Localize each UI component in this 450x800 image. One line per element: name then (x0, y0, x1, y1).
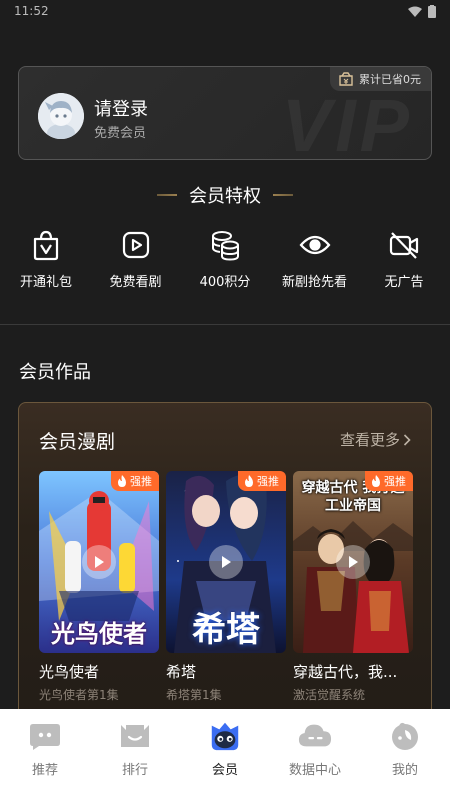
privilege-early-access[interactable]: 新剧抢先看 (277, 228, 353, 294)
wifi-icon (408, 6, 422, 17)
member-login-card[interactable]: VIP 累计已省0元 请登录 免费会员 (18, 66, 432, 160)
drama-card[interactable]: 光鸟使者 强推 光鸟使者 光鸟使者第1集 (39, 471, 159, 703)
drama-poster[interactable]: 光鸟使者 强推 (39, 471, 159, 653)
privilege-label: 免费看剧 (109, 275, 162, 290)
vip-watermark: VIP (281, 84, 413, 160)
play-icon (95, 556, 104, 568)
no-video-icon (387, 228, 421, 262)
flame-icon (372, 475, 380, 487)
ranking-icon (118, 719, 152, 753)
drama-subtitle: 光鸟使者第1集 (39, 688, 119, 702)
member-works-title: 会员作品 (19, 362, 91, 383)
membership-level: 免费会员 (94, 126, 147, 141)
hot-badge: 强推 (111, 471, 159, 491)
tab-profile[interactable]: 我的 (365, 719, 445, 800)
privilege-gift-pack[interactable]: 开通礼包 (8, 228, 84, 294)
avatar[interactable] (38, 93, 84, 139)
privilege-points[interactable]: 400积分 (187, 228, 263, 294)
member-dramas-card: 会员漫剧 查看更多 光鸟使者 强推 光鸟使者 光鸟使者第1集 希塔 强推 希塔 … (18, 402, 432, 722)
play-button[interactable] (82, 545, 116, 579)
chevron-right-icon (403, 433, 411, 446)
tab-member[interactable]: 会员 (185, 719, 265, 800)
heading-decor-left (157, 194, 177, 196)
drama-title[interactable]: 希塔 (166, 661, 286, 682)
tab-ranking[interactable]: 排行 (95, 719, 175, 800)
tab-data-center[interactable]: 数据中心 (275, 719, 355, 800)
flame-icon (245, 475, 253, 487)
status-icons (408, 4, 436, 18)
bottom-tab-bar: 推荐 排行 会员 数据中心 我的 (0, 709, 450, 800)
member-icon (208, 719, 242, 753)
tab-label: 排行 (121, 763, 148, 778)
privileges-row: 开通礼包 免费看剧 400积分 新剧抢先看 无广告 (0, 228, 450, 294)
tab-recommend[interactable]: 推荐 (5, 719, 85, 800)
drama-title[interactable]: 穿越古代，我... (293, 661, 413, 682)
login-title[interactable]: 请登录 (94, 95, 148, 121)
tab-label: 推荐 (31, 763, 58, 778)
view-more-link[interactable]: 查看更多 (340, 429, 411, 450)
hot-badge-label: 强推 (130, 475, 152, 488)
hot-badge-label: 强推 (257, 475, 279, 488)
gift-bag-icon (29, 228, 63, 262)
play-button[interactable] (209, 545, 243, 579)
tab-label: 数据中心 (288, 763, 341, 778)
drama-card[interactable]: 希塔 强推 希塔 希塔第1集 (166, 471, 286, 703)
drama-poster[interactable]: 穿越古代 我打造工业帝国 强推 (293, 471, 413, 653)
data-center-icon (298, 719, 332, 753)
privilege-label: 400积分 (199, 275, 251, 290)
tab-label: 我的 (391, 763, 418, 778)
poster-title-text: 希塔 (192, 610, 260, 650)
drama-title[interactable]: 光鸟使者 (39, 661, 159, 682)
drama-poster[interactable]: 希塔 强推 (166, 471, 286, 653)
privilege-free-watch[interactable]: 免费看剧 (98, 228, 174, 294)
play-icon (349, 556, 358, 568)
drama-card[interactable]: 穿越古代 我打造工业帝国 强推 穿越古代，我... 激活觉醒系统 (293, 471, 413, 703)
hot-badge: 强推 (238, 471, 286, 491)
play-button[interactable] (336, 545, 370, 579)
privilege-label: 开通礼包 (19, 275, 72, 290)
recommend-icon (28, 719, 62, 753)
heading-decor-right (273, 194, 293, 196)
profile-icon (388, 719, 422, 753)
drama-list: 光鸟使者 强推 光鸟使者 光鸟使者第1集 希塔 强推 希塔 希塔第1集 穿越古代… (39, 471, 413, 703)
status-time: 11:52 (14, 4, 49, 18)
battery-icon (428, 4, 436, 18)
section-divider (0, 324, 450, 325)
saved-amount-badge: 累计已省0元 (330, 67, 431, 91)
default-avatar-icon (38, 93, 84, 139)
hot-badge-label: 强推 (384, 475, 406, 488)
privilege-label: 新剧抢先看 (281, 275, 347, 290)
coins-icon (208, 228, 242, 262)
eye-icon (298, 228, 332, 262)
play-icon (222, 556, 231, 568)
privileges-heading: 会员特权 (0, 182, 450, 208)
hot-badge: 强推 (365, 471, 413, 491)
flame-icon (118, 475, 126, 487)
drama-subtitle: 激活觉醒系统 (293, 688, 366, 702)
money-bag-icon (339, 72, 353, 86)
member-dramas-title: 会员漫剧 (39, 431, 116, 453)
privilege-label: 无广告 (384, 275, 424, 290)
status-bar: 11:52 (0, 0, 450, 22)
view-more-label: 查看更多 (339, 431, 400, 449)
privilege-no-ads[interactable]: 无广告 (366, 228, 442, 294)
privileges-title: 会员特权 (189, 186, 261, 207)
drama-subtitle: 希塔第1集 (166, 688, 222, 702)
tab-label: 会员 (211, 763, 238, 778)
poster-title-text: 光鸟使者 (51, 619, 147, 648)
saved-amount-text: 累计已省0元 (359, 73, 421, 86)
play-icon (119, 228, 153, 262)
